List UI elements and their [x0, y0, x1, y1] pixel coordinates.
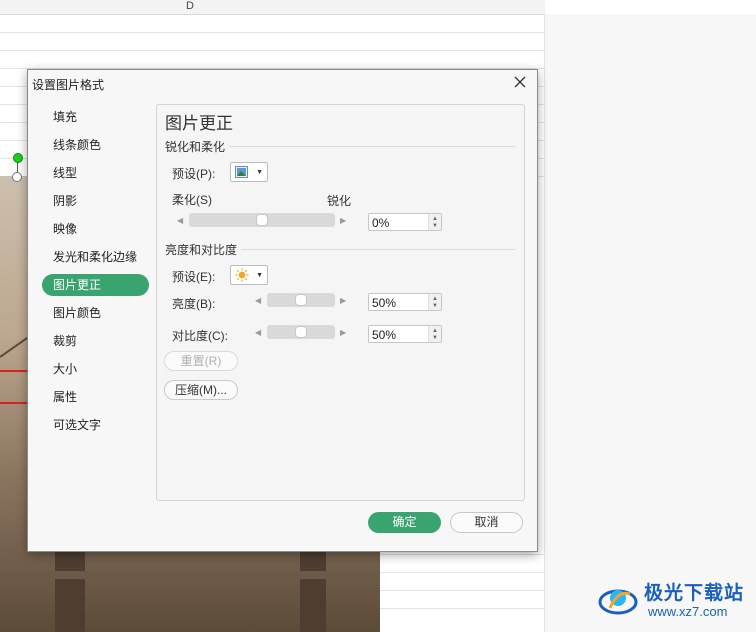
section-divider	[241, 249, 516, 250]
contrast-slider-thumb[interactable]	[295, 326, 307, 338]
nav-item-properties[interactable]: 属性	[42, 383, 152, 411]
brightness-label: 亮度(B):	[172, 297, 216, 311]
compress-button[interactable]: 压缩(M)...	[164, 380, 238, 400]
row-gridline	[0, 32, 545, 33]
nav-item-shadow[interactable]: 阴影	[42, 187, 152, 215]
sharpen-preset-label: 预设(P):	[172, 167, 216, 181]
column-header[interactable]: D	[0, 0, 545, 15]
sharpen-preset-dropdown[interactable]: ▼	[230, 162, 268, 182]
nav-item-glow-soft-edges[interactable]: 发光和柔化边缘	[42, 243, 152, 271]
picture-preset-icon	[235, 166, 248, 178]
spinner-buttons[interactable]: ▲ ▼	[428, 326, 441, 342]
reset-button[interactable]: 重置(R)	[164, 351, 238, 371]
brightness-section-title: 亮度和对比度	[165, 243, 238, 257]
slider-right-arrow-icon[interactable]: ▶	[340, 326, 346, 340]
brightness-slider-thumb[interactable]	[295, 294, 307, 306]
nav-item-size[interactable]: 大小	[42, 355, 152, 383]
slider-right-arrow-icon[interactable]: ▶	[340, 214, 346, 228]
spin-down-icon[interactable]: ▼	[432, 335, 438, 341]
panel-title: 图片更正	[165, 114, 233, 133]
blank-area	[545, 14, 756, 632]
format-picture-dialog: 设置图片格式 填充 线条颜色 线型 阴影 映像 发光和柔化边缘 图片更正 图片颜…	[27, 69, 538, 552]
category-nav: 填充 线条颜色 线型 阴影 映像 发光和柔化边缘 图片更正 图片颜色 裁剪 大小…	[42, 103, 152, 439]
nav-item-picture-color[interactable]: 图片颜色	[42, 299, 152, 327]
dialog-title: 设置图片格式	[32, 78, 105, 92]
contrast-slider[interactable]	[267, 325, 335, 339]
sharpen-value: 0%	[372, 216, 390, 230]
close-icon	[514, 76, 526, 88]
nav-item-fill[interactable]: 填充	[42, 103, 152, 131]
chevron-down-icon: ▼	[256, 272, 263, 279]
sharpen-slider[interactable]	[189, 213, 335, 227]
watermark: 极光下载站 www.xz7.com	[596, 574, 756, 628]
resize-handle[interactable]	[12, 172, 22, 182]
brightness-value-spinner[interactable]: 50% ▲ ▼	[368, 293, 442, 311]
sharpen-value-spinner[interactable]: 0% ▲ ▼	[368, 213, 442, 231]
ok-button[interactable]: 确定	[368, 512, 441, 533]
watermark-text: 极光下载站	[644, 583, 745, 604]
brightness-preset-label: 预设(E):	[172, 270, 216, 284]
spin-up-icon[interactable]: ▲	[432, 216, 438, 222]
sharpen-section-title: 锐化和柔化	[165, 140, 226, 154]
sharpen-label: 锐化	[327, 194, 352, 208]
sharpen-slider-thumb[interactable]	[256, 214, 268, 226]
nav-item-picture-corrections[interactable]: 图片更正	[42, 274, 149, 296]
contrast-label: 对比度(C):	[172, 329, 228, 343]
spin-down-icon[interactable]: ▼	[432, 303, 438, 309]
close-button[interactable]	[511, 73, 529, 91]
watermark-logo-icon	[598, 589, 638, 615]
chevron-down-icon: ▼	[256, 169, 263, 176]
bridge-deck	[0, 571, 380, 579]
dialog-title-bar[interactable]: 设置图片格式	[28, 70, 537, 96]
slider-left-arrow-icon[interactable]: ◀	[255, 294, 261, 308]
spinner-buttons[interactable]: ▲ ▼	[428, 294, 441, 310]
brightness-slider[interactable]	[267, 293, 335, 307]
sun-icon	[235, 268, 249, 282]
nav-item-crop[interactable]: 裁剪	[42, 327, 152, 355]
slider-right-arrow-icon[interactable]: ▶	[340, 294, 346, 308]
nav-item-alt-text[interactable]: 可选文字	[42, 411, 152, 439]
spinner-buttons[interactable]: ▲ ▼	[428, 214, 441, 230]
slider-left-arrow-icon[interactable]: ◀	[177, 214, 183, 228]
brightness-value: 50%	[372, 296, 397, 310]
spin-up-icon[interactable]: ▲	[432, 328, 438, 334]
spin-up-icon[interactable]: ▲	[432, 296, 438, 302]
cancel-button[interactable]: 取消	[450, 512, 523, 533]
rotate-handle[interactable]	[13, 153, 23, 163]
slider-left-arrow-icon[interactable]: ◀	[255, 326, 261, 340]
contrast-value: 50%	[372, 328, 397, 342]
section-divider	[229, 146, 516, 147]
nav-item-line-color[interactable]: 线条颜色	[42, 131, 152, 159]
soften-label: 柔化(S)	[172, 193, 212, 207]
row-gridline	[0, 50, 545, 51]
nav-item-line-style[interactable]: 线型	[42, 159, 152, 187]
brightness-preset-dropdown[interactable]: ▼	[230, 265, 268, 285]
settings-panel: 图片更正 锐化和柔化 预设(P): ▼ 柔化(S) 锐化 ◀ ▶ 0% ▲ ▼	[156, 104, 525, 501]
column-header-label: D	[186, 0, 194, 12]
nav-item-reflection[interactable]: 映像	[42, 215, 152, 243]
contrast-value-spinner[interactable]: 50% ▲ ▼	[368, 325, 442, 343]
watermark-url: www.xz7.com	[648, 604, 728, 619]
spin-down-icon[interactable]: ▼	[432, 223, 438, 229]
